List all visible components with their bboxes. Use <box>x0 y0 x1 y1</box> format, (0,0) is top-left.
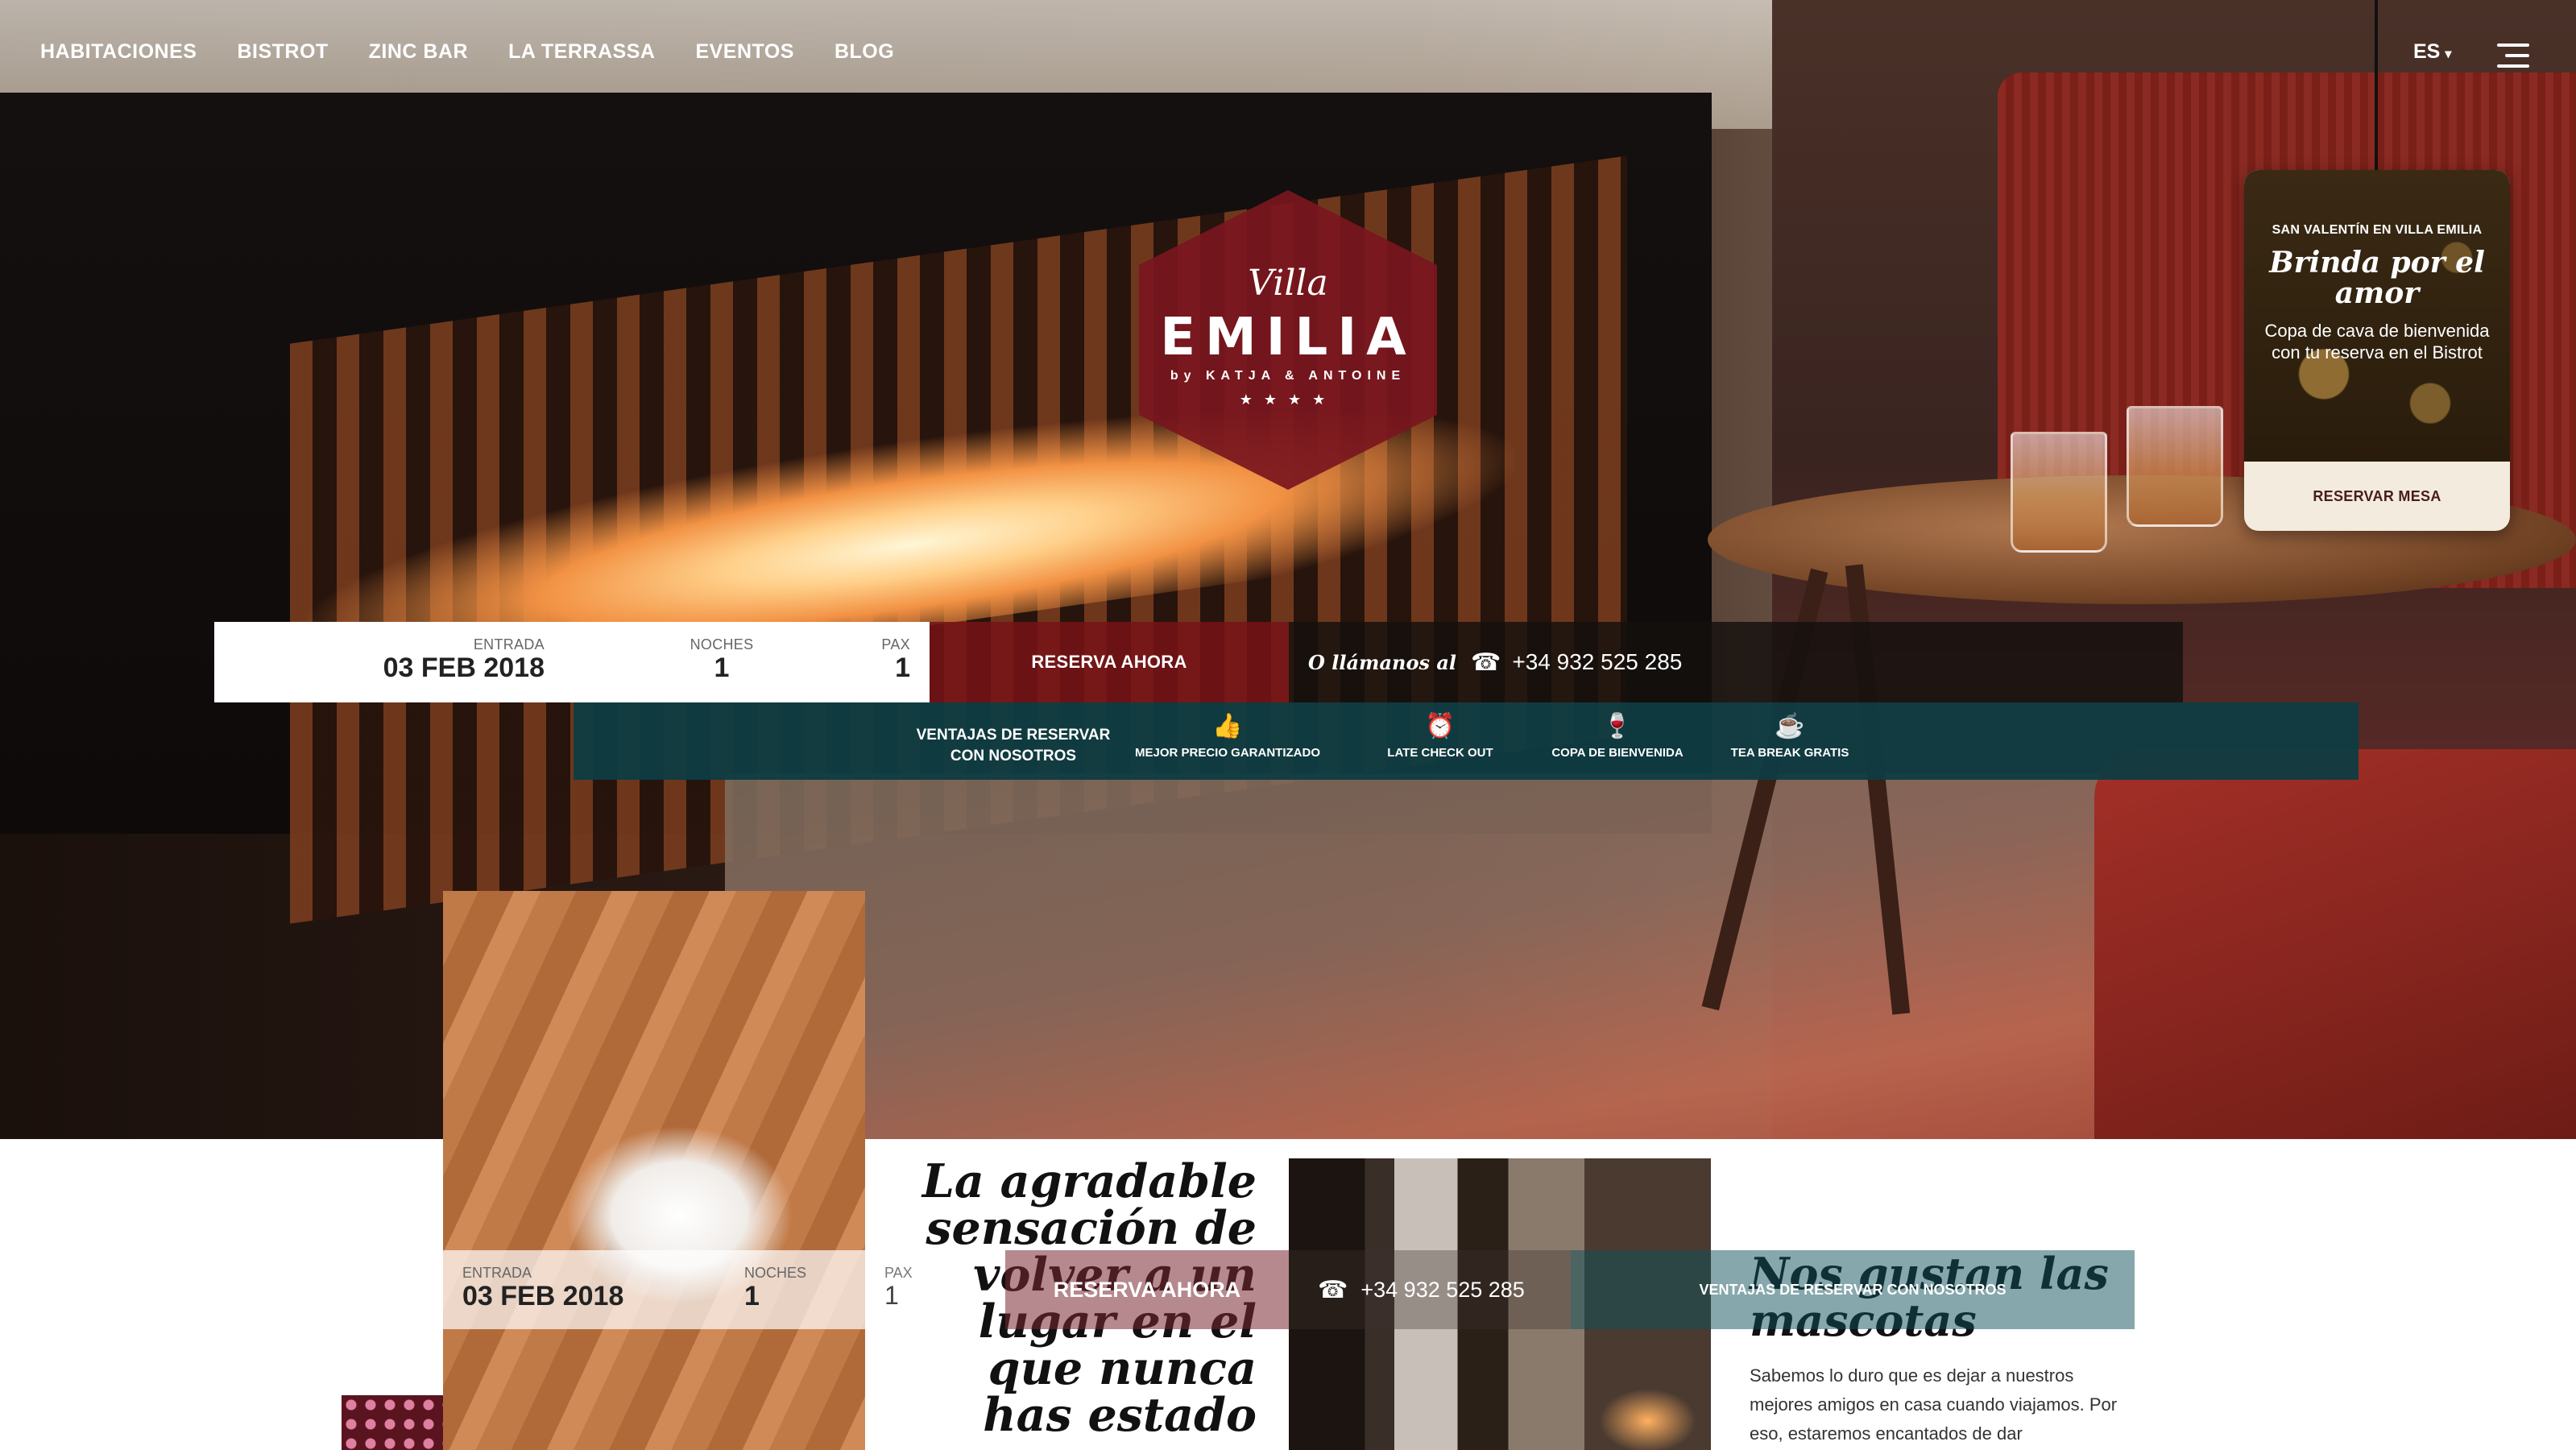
promo-eyebrow: SAN VALENTÍN EN VILLA EMILIA <box>2272 223 2483 237</box>
advantage-label: COPA DE BIENVENIDA <box>1551 746 1684 760</box>
advantage-label: LATE CHECK OUT <box>1387 746 1493 760</box>
sticky-nights-value: 1 <box>744 1281 760 1311</box>
nav-item-la-terrassa[interactable]: LA TERRASSA <box>508 40 655 64</box>
alarm-clock-icon: ⏰ <box>1425 713 1456 740</box>
logo-villa-text: Villa <box>1248 263 1328 304</box>
menu-icon-line <box>2497 44 2529 47</box>
advantage-label: TEA BREAK GRATIS <box>1730 746 1849 760</box>
nights-label: NOCHES <box>690 636 754 652</box>
advantage-tea-break: ☕ TEA BREAK GRATIS <box>1717 712 1862 760</box>
pax-value: 1 <box>895 652 910 683</box>
nav-item-habitaciones[interactable]: HABITACIONES <box>40 40 197 64</box>
sticky-call-bar: ☎ +34 932 525 285 <box>1289 1250 1571 1329</box>
phone-icon: ☎ <box>1470 648 1501 676</box>
advantage-late-checkout: ⏰ LATE CHECK OUT <box>1360 712 1521 760</box>
sticky-pax-label: PAX <box>884 1265 913 1281</box>
advantage-best-price: 👍 MEJOR PRECIO GARANTIZADO <box>1133 712 1323 760</box>
menu-icon-line <box>2497 64 2529 68</box>
sticky-reserva-ahora-button[interactable]: RESERVA AHORA <box>1005 1250 1289 1329</box>
nav-item-blog[interactable]: BLOG <box>835 40 894 64</box>
advantage-label: MEJOR PRECIO GARANTIZADO <box>1134 746 1320 760</box>
sticky-checkin-field[interactable]: ENTRADA 03 FEB 2018 <box>462 1265 623 1311</box>
nights-value: 1 <box>714 652 730 683</box>
sticky-nights-field[interactable]: NOCHES 1 <box>744 1265 806 1311</box>
reserva-ahora-button[interactable]: RESERVA AHORA <box>930 622 1289 702</box>
menu-icon-line <box>2505 54 2529 57</box>
call-label: O llámanos al <box>1308 650 1456 674</box>
logo-byline: by KATJA & ANTOINE <box>1170 369 1406 383</box>
language-label: ES <box>2413 40 2441 63</box>
nav-item-zinc-bar[interactable]: ZINC BAR <box>369 40 468 64</box>
phone-icon: ☎ <box>1318 1276 1348 1303</box>
promo-text: Copa de cava de bienvenida con tu reserv… <box>2264 321 2490 362</box>
checkin-label: ENTRADA <box>473 636 545 652</box>
advantages-bar: VENTAJAS DE RESERVAR CON NOSOTROS 👍 MEJO… <box>574 702 2359 780</box>
tea-cup-icon: ☕ <box>1775 713 1805 740</box>
sticky-booking-form: ENTRADA 03 FEB 2018 NOCHES 1 <box>443 1250 865 1329</box>
nights-field[interactable]: NOCHES 1 <box>649 636 794 682</box>
promo-title: Brinda por el amor <box>2269 246 2485 310</box>
logo-stars: ★★★★ <box>1239 392 1337 408</box>
booking-form: ENTRADA 03 FEB 2018 NOCHES 1 PAX 1 <box>214 622 930 702</box>
pax-field[interactable]: PAX 1 <box>826 636 910 682</box>
thumbs-up-icon: 👍 <box>1212 713 1243 740</box>
promo-card: SAN VALENTÍN EN VILLA EMILIA Brinda por … <box>2244 170 2510 531</box>
menu-icon[interactable] <box>2497 44 2529 69</box>
chevron-down-icon: ▾ <box>2445 48 2452 61</box>
sticky-checkin-label: ENTRADA <box>462 1265 532 1281</box>
phone-number-link[interactable]: +34 932 525 285 <box>1512 649 1682 675</box>
pax-label: PAX <box>881 636 910 652</box>
wine-glass-icon: 🍷 <box>1602 713 1633 740</box>
language-selector[interactable]: ES ▾ <box>2413 40 2451 64</box>
advantages-title: VENTAJAS DE RESERVAR CON NOSOTROS <box>916 727 1111 764</box>
sticky-advantages-link[interactable]: VENTAJAS DE RESERVAR CON NOSOTROS <box>1571 1250 2135 1329</box>
checkin-value: 03 FEB 2018 <box>383 652 545 683</box>
armchair-image <box>2094 749 2576 1139</box>
sticky-phone-link[interactable]: +34 932 525 285 <box>1360 1278 1524 1303</box>
sticky-nights-label: NOCHES <box>744 1265 807 1281</box>
logo-emilia-text: EMILIA <box>1160 308 1416 367</box>
nav-item-eventos[interactable]: EVENTOS <box>695 40 794 64</box>
promo-hanging-string <box>2375 0 2378 173</box>
whisky-glass <box>2011 432 2107 553</box>
whisky-glass <box>2127 406 2223 527</box>
checkin-field[interactable]: ENTRADA 03 FEB 2018 <box>375 636 545 682</box>
sticky-checkin-value: 03 FEB 2018 <box>462 1281 624 1311</box>
dog-photo <box>443 891 865 1450</box>
main-nav: HABITACIONES BISTROT ZINC BAR LA TERRASS… <box>40 40 894 64</box>
advantage-welcome-drink: 🍷 COPA DE BIENVENIDA <box>1537 712 1698 760</box>
call-us-bar: O llámanos al ☎ +34 932 525 285 <box>1289 622 2183 702</box>
hero-background <box>0 0 2576 1139</box>
sticky-pax-field[interactable]: PAX 1 <box>884 1265 913 1309</box>
sticky-pax-value: 1 <box>884 1281 899 1310</box>
pets-paragraph: Sabemos lo duro que es dejar a nuestros … <box>1750 1365 2118 1444</box>
reservar-mesa-button[interactable]: RESERVAR MESA <box>2244 462 2510 531</box>
promo-image: SAN VALENTÍN EN VILLA EMILIA Brinda por … <box>2244 170 2510 462</box>
nav-item-bistrot[interactable]: BISTROT <box>237 40 328 64</box>
